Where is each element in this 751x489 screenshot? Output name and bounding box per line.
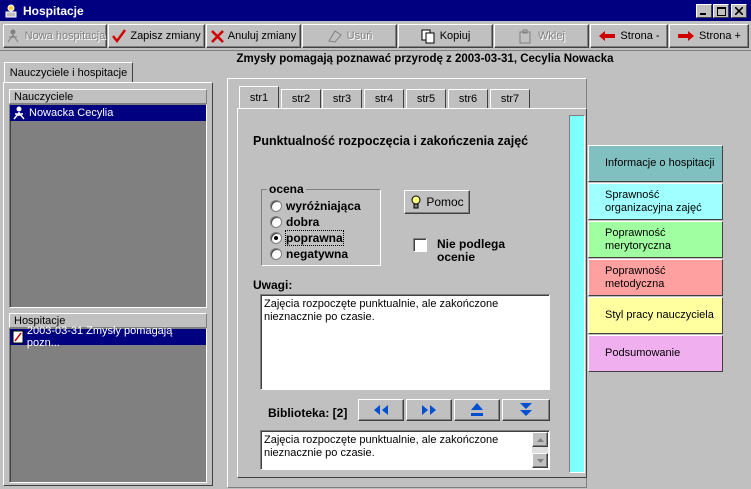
radio-unchecked[interactable] [270,216,282,228]
document-icon [12,330,24,344]
tab-teachers-and-inspections[interactable]: Nauczyciele i hospitacje [4,62,133,83]
delete-button[interactable]: Usuń [302,24,397,48]
maximize-icon [716,6,726,16]
remarks-textarea[interactable]: Zajęcia rozpoczęte punktualnie, ale zako… [260,294,550,390]
remarks-label: Uwagi: [253,278,293,292]
radio-unchecked[interactable] [270,200,282,212]
save-button[interactable]: Zapisz zmiany [108,24,205,48]
library-label: Biblioteka: [2] [268,406,348,420]
not-applicable-checkbox[interactable] [413,238,427,252]
scroll-down-icon [536,458,544,463]
inspections-list[interactable]: 2003-03-31 Zmysły pomagają pozn... [9,325,207,483]
side-button-method-correctness[interactable]: Poprawność metodyczna [588,259,723,296]
eraser-icon [327,30,342,43]
rating-option-distinguished[interactable]: wyróżniająca [270,199,361,213]
help-button[interactable]: Pomoc [404,190,470,214]
title-bar[interactable]: Hospitacje [0,0,751,21]
radio-dot-icon [274,236,278,240]
minimize-icon [700,13,706,15]
double-chevron-down-icon [520,403,532,416]
accent-strip [569,115,585,473]
radio-unchecked[interactable] [270,248,282,260]
tab-str6[interactable]: str6 [448,89,488,109]
next-page-button[interactable]: Strona + [669,24,749,48]
arrow-up-bar-icon [471,403,483,416]
side-button-content-correctness[interactable]: Poprawność merytoryczna [588,221,723,258]
clipboard-icon [519,29,531,43]
close-button[interactable] [731,4,747,18]
list-item[interactable]: Nowacka Cecylia [10,105,206,121]
list-item[interactable]: 2003-03-31 Zmysły pomagają pozn... [10,325,206,349]
scroll-up-icon [536,437,544,442]
tab-str4[interactable]: str4 [364,89,404,109]
side-button-teaching-style[interactable]: Styl pracy nauczyciela [588,297,723,334]
rating-option-negative[interactable]: negatywna [270,247,348,261]
library-next-button[interactable] [406,399,452,421]
page-title: Zmysły pomagają poznawać przyrodę z 2003… [236,53,614,65]
rating-option-good[interactable]: dobra [270,215,319,229]
tab-panel [237,108,587,478]
library-scrollbar[interactable] [532,432,548,468]
side-button-summary[interactable]: Podsumowanie [588,335,723,372]
radio-checked[interactable] [270,232,282,244]
lightbulb-icon [411,195,421,209]
library-up-button[interactable] [454,399,500,421]
copy-button[interactable]: Kopiuj [398,24,493,48]
tab-str3[interactable]: str3 [322,89,362,109]
new-inspection-button[interactable]: Nowa hospitacja [3,24,107,48]
arrow-right-icon [678,31,695,41]
double-chevron-right-icon [422,405,436,415]
tab-str5[interactable]: str5 [406,89,446,109]
app-icon [5,4,17,17]
scroll-up-button[interactable] [532,432,548,447]
side-button-organization[interactable]: Sprawność organizacyjna zajęć [588,183,723,220]
new-person-icon [7,29,19,43]
previous-page-button[interactable]: Strona - [590,24,668,48]
rating-option-correct[interactable]: poprawna [270,230,344,246]
arrow-left-icon [599,31,616,41]
close-icon [735,7,743,15]
library-down-button[interactable] [502,399,550,421]
library-textarea[interactable]: Zajęcia rozpoczęte punktualnie, ale zako… [260,430,550,470]
tab-str7[interactable]: str7 [490,89,530,109]
window-title: Hospitacje [23,3,84,18]
double-chevron-left-icon [374,405,388,415]
copy-icon [421,29,435,43]
teachers-list[interactable]: Nowacka Cecylia [9,104,207,308]
maximize-button[interactable] [713,4,729,18]
person-icon [13,106,25,120]
minimize-button[interactable] [696,4,712,18]
checkmark-icon [112,29,127,43]
rating-group-label: ocena [267,182,306,196]
paste-button[interactable]: Wklej [494,24,589,48]
tab-str2[interactable]: str2 [281,89,321,109]
question-text: Punktualność rozpoczęcia i zakończenia z… [253,134,529,148]
cancel-button[interactable]: Anuluj zmiany [206,24,301,48]
library-first-button[interactable] [358,399,404,421]
scroll-down-button[interactable] [532,453,548,468]
tab-str1[interactable]: str1 [239,86,279,109]
side-button-inspection-info[interactable]: Informacje o hospitacji [588,145,723,182]
not-applicable-label: Nie podlega ocenie [437,237,506,264]
cross-icon [210,29,224,43]
teachers-header: Nauczyciele [9,89,207,104]
